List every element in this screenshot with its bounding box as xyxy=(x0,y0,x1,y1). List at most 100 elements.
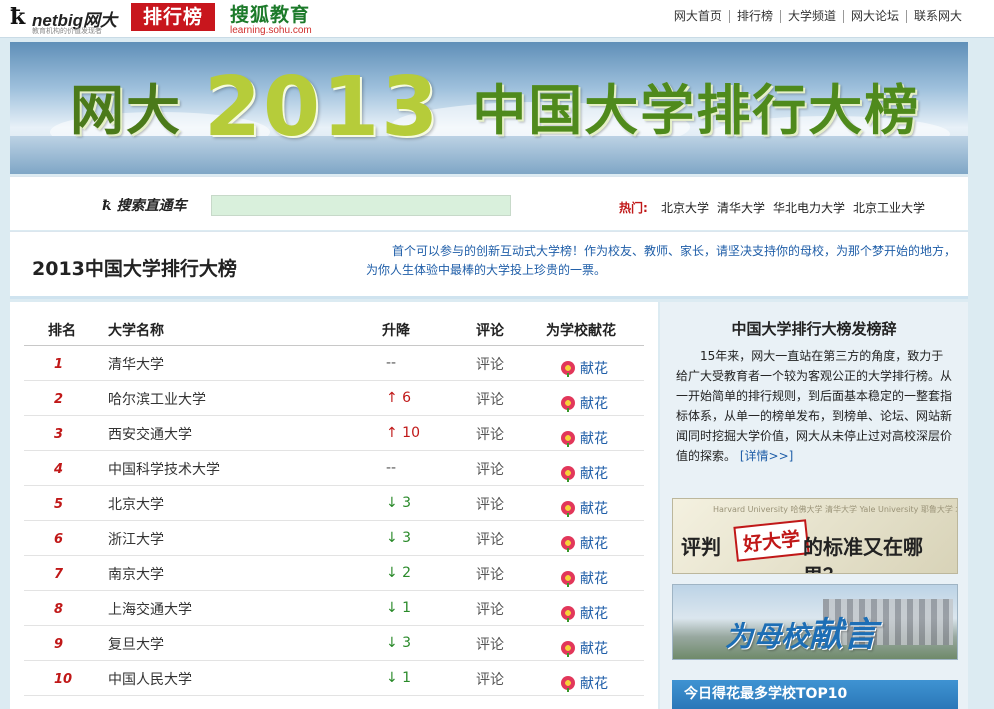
flower-label: 献花 xyxy=(580,501,608,517)
comment-link[interactable]: 评论 xyxy=(476,599,504,619)
ad-background-text: Harvard University 哈佛大学 清华大学 Yale Univer… xyxy=(713,505,957,514)
university-name-link[interactable]: 中国科学技术大学 xyxy=(108,459,220,479)
sidebar: 中国大学排行大榜发榜辞 15年来，网大一直站在第三方的角度，致力于给广大受教育者… xyxy=(660,302,968,709)
header-rank: 排名 xyxy=(48,323,76,339)
university-name-link[interactable]: 清华大学 xyxy=(108,354,164,374)
university-name-link[interactable]: 浙江大学 xyxy=(108,529,164,549)
university-name-link[interactable]: 南京大学 xyxy=(108,564,164,584)
nav-home[interactable]: 网大首页 xyxy=(667,10,729,23)
comment-link[interactable]: 评论 xyxy=(476,354,504,374)
criteria-ad-banner[interactable]: Harvard University 哈佛大学 清华大学 Yale Univer… xyxy=(672,498,958,574)
flower-button[interactable]: 献花 xyxy=(560,603,608,623)
details-link[interactable]: [详情>>] xyxy=(740,449,793,463)
comment-link[interactable]: 评论 xyxy=(476,529,504,549)
table-row: 7 南京大学 ↓ 2 评论 献花 xyxy=(24,556,644,591)
alma-mater-prefix: 为母校 xyxy=(725,620,810,653)
flower-label: 献花 xyxy=(580,536,608,552)
sohu-url: learning.sohu.com xyxy=(230,25,312,36)
comment-link[interactable]: 评论 xyxy=(476,669,504,689)
comment-link[interactable]: 评论 xyxy=(476,634,504,654)
sohu-title: 搜狐教育 xyxy=(230,4,311,26)
table-header: 排名 大学名称 升降 评论 为学校献花 xyxy=(24,316,644,346)
hot-link[interactable]: 北京工业大学 xyxy=(853,199,925,216)
university-name-link[interactable]: 西安交通大学 xyxy=(108,424,192,444)
sidebar-text-body: 15年来，网大一直站在第三方的角度，致力于给广大受教育者一个较为客观公正的大学排… xyxy=(676,349,953,463)
header-move: 升降 xyxy=(382,323,410,339)
banner-title: 网大 2013 中国大学排行大榜 xyxy=(70,60,920,155)
alma-mater-emphasis: 献言 xyxy=(809,615,878,655)
university-name-link[interactable]: 中国人民大学 xyxy=(108,669,192,689)
ranking-table: 排名 大学名称 升降 评论 为学校献花 1 清华大学 -- 评论 献花 2 哈尔滨工业大学 ↑… xyxy=(10,302,658,709)
netbig-slogan: 教育机构的价值发现者 xyxy=(32,27,102,35)
sidebar-title: 中国大学排行大榜发榜辞 xyxy=(731,320,897,338)
nav-ranking[interactable]: 排行榜 xyxy=(728,10,780,23)
table-row: 10 中国人民大学 ↓ 1 评论 献花 xyxy=(24,661,644,696)
netbig-logo[interactable]: ꝁ netbig网大 教育机构的价值发现者 xyxy=(10,4,130,35)
rank-change: ↓ 2 xyxy=(386,565,412,581)
flower-icon xyxy=(560,675,576,692)
nav-contact[interactable]: 联系网大 xyxy=(905,10,969,23)
ranking-banner: 网大 2013 中国大学排行大榜 xyxy=(10,42,968,174)
intro-panel: 2013中国大学排行大榜 首个可以参与的创新互动式大学榜！作为校友、教师、家长，… xyxy=(10,231,968,299)
rank-change: ↑ 10 xyxy=(386,425,420,441)
rank-number: 2 xyxy=(54,392,64,407)
search-input[interactable] xyxy=(211,195,511,216)
flower-label: 献花 xyxy=(580,606,608,622)
table-row: 2 哈尔滨工业大学 ↑ 6 评论 献花 xyxy=(24,381,644,416)
flower-button[interactable]: 献花 xyxy=(560,428,608,448)
ad-text-right: 的标准又在哪里？ xyxy=(803,535,923,573)
university-name-link[interactable]: 复旦大学 xyxy=(108,634,164,654)
hot-list: 北京大学 清华大学 华北电力大学 北京工业大学 xyxy=(661,199,925,216)
sidebar-text: 15年来，网大一直站在第三方的角度，致力于给广大受教育者一个较为客观公正的大学排… xyxy=(676,346,954,466)
university-name-link[interactable]: 哈尔滨工业大学 xyxy=(108,389,206,409)
header-name: 大学名称 xyxy=(108,323,164,339)
rank-number: 5 xyxy=(54,497,64,512)
rank-change: ↓ 1 xyxy=(386,600,412,616)
sohu-education-logo[interactable]: 搜狐教育 learning.sohu.com xyxy=(230,0,312,36)
nav-university-channel[interactable]: 大学频道 xyxy=(779,10,843,23)
comment-link[interactable]: 评论 xyxy=(476,494,504,514)
hot-link[interactable]: 华北电力大学 xyxy=(773,199,845,216)
hot-link[interactable]: 清华大学 xyxy=(717,199,765,216)
top10-header[interactable]: 今日得花最多学校TOP10 xyxy=(672,680,958,709)
rank-number: 9 xyxy=(54,637,64,652)
intro-text-line: 为你人生体验中最棒的大学投上珍贵的一票。 xyxy=(366,263,607,277)
flower-button[interactable]: 献花 xyxy=(560,358,608,378)
flower-button[interactable]: 献花 xyxy=(560,533,608,553)
flower-icon xyxy=(560,465,576,482)
flower-button[interactable]: 献花 xyxy=(560,498,608,518)
good-university-stamp: 好大学 xyxy=(733,519,810,562)
top-bar: ꝁ netbig网大 教育机构的价值发现者 排行榜 搜狐教育 learning.… xyxy=(0,0,994,38)
flower-icon xyxy=(560,605,576,622)
flower-label: 献花 xyxy=(580,431,608,447)
alma-mater-text: 为母校献言 xyxy=(725,607,877,656)
flower-button[interactable]: 献花 xyxy=(560,638,608,658)
flower-icon xyxy=(560,500,576,517)
rank-change: -- xyxy=(386,355,397,371)
search-label: ꝁ 搜索直通车 xyxy=(102,195,187,215)
banner-title-suffix: 中国大学排行大榜 xyxy=(472,79,921,142)
nav-forum[interactable]: 网大论坛 xyxy=(842,10,906,23)
flower-button[interactable]: 献花 xyxy=(560,463,608,483)
table-row: 9 复旦大学 ↓ 3 评论 献花 xyxy=(24,626,644,661)
top-nav: 网大首页 排行榜 大学频道 网大论坛 联系网大 xyxy=(667,10,969,23)
table-row: 3 西安交通大学 ↑ 10 评论 献花 xyxy=(24,416,644,451)
ranking-badge[interactable]: 排行榜 xyxy=(131,3,215,31)
flower-icon xyxy=(560,640,576,657)
alma-mater-ad-banner[interactable]: 为母校献言 xyxy=(672,584,958,660)
flower-button[interactable]: 献花 xyxy=(560,393,608,413)
flower-icon xyxy=(560,360,576,377)
hot-link[interactable]: 北京大学 xyxy=(661,199,709,216)
banner-year: 2013 xyxy=(204,60,441,155)
flower-button[interactable]: 献花 xyxy=(560,568,608,588)
comment-link[interactable]: 评论 xyxy=(476,389,504,409)
table-row: 4 中国科学技术大学 -- 评论 献花 xyxy=(24,451,644,486)
university-name-link[interactable]: 北京大学 xyxy=(108,494,164,514)
university-name-link[interactable]: 上海交通大学 xyxy=(108,599,192,619)
comment-link[interactable]: 评论 xyxy=(476,564,504,584)
rank-number: 8 xyxy=(54,602,64,617)
comment-link[interactable]: 评论 xyxy=(476,424,504,444)
flower-button[interactable]: 献花 xyxy=(560,673,608,693)
comment-link[interactable]: 评论 xyxy=(476,459,504,479)
rank-number: 6 xyxy=(54,532,64,547)
